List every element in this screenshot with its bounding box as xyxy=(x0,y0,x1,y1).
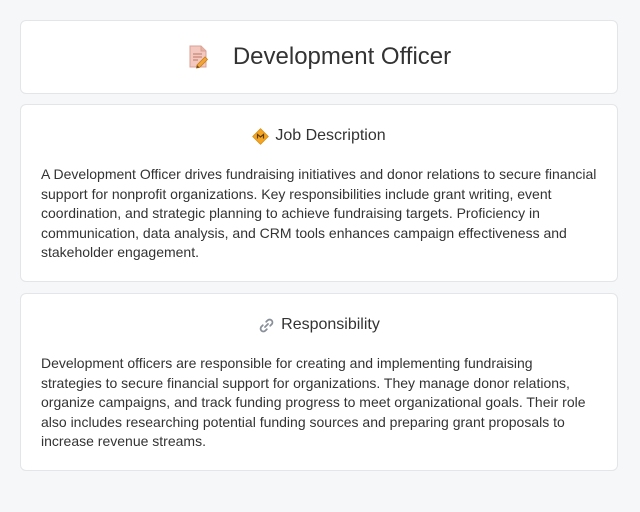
title-card: Development Officer xyxy=(20,20,618,94)
job-description-card: Job Description A Development Officer dr… xyxy=(20,104,618,282)
job-description-header: Job Description xyxy=(21,127,617,145)
diamond-badge-icon xyxy=(252,127,270,145)
responsibility-card: Responsibility Development officers are … xyxy=(20,293,618,471)
job-description-heading: Job Description xyxy=(275,127,386,144)
job-description-text: A Development Officer drives fundraising… xyxy=(41,166,597,260)
responsibility-text: Development officers are responsible for… xyxy=(41,355,586,449)
responsibility-header: Responsibility xyxy=(21,316,617,334)
responsibility-heading: Responsibility xyxy=(281,316,380,333)
document-pencil-icon xyxy=(187,44,209,70)
page-title: Development Officer xyxy=(232,43,452,70)
link-icon xyxy=(258,317,275,334)
